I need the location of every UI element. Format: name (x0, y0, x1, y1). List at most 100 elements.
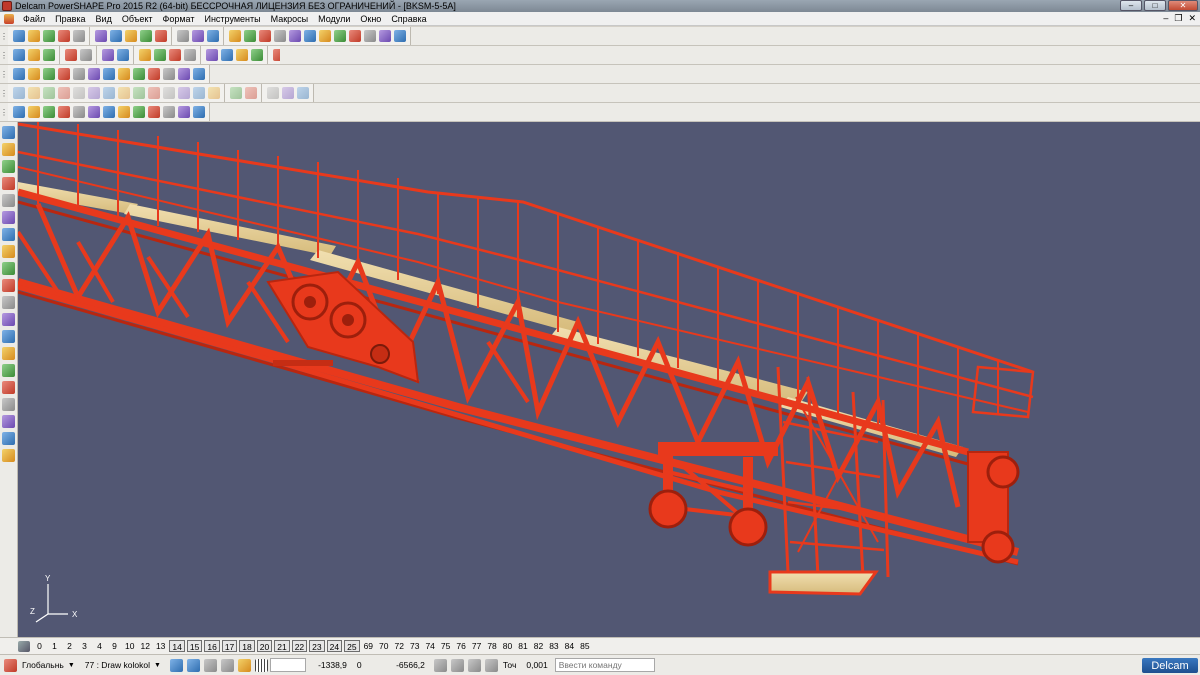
menu-item[interactable]: Формат (158, 12, 200, 26)
dim-icon[interactable] (2, 296, 15, 309)
keypad-icon[interactable] (450, 658, 464, 672)
select-icon[interactable] (228, 30, 241, 42)
input-mode-field[interactable] (269, 658, 306, 672)
pan-icon[interactable] (168, 49, 181, 61)
menu-item[interactable]: Инструменты (199, 12, 265, 26)
x-coordinate[interactable]: -1338,9 (310, 658, 350, 672)
doc-restore-button[interactable]: ❐ (1174, 13, 1182, 24)
erase-icon[interactable] (154, 30, 167, 42)
solid-tool-icon[interactable] (2, 194, 15, 207)
bolt-icon[interactable] (102, 106, 115, 118)
minimize-button[interactable]: – (1120, 0, 1142, 11)
y-coordinate[interactable]: 0 (354, 658, 384, 672)
history-tool-icon[interactable] (2, 245, 15, 258)
beam-icon[interactable] (147, 106, 160, 118)
surface-tool-icon[interactable] (2, 279, 15, 292)
view-front-icon[interactable] (12, 49, 25, 61)
zoom-out-icon[interactable] (116, 49, 129, 61)
clip-icon[interactable] (296, 87, 309, 99)
pipe-icon[interactable] (132, 106, 145, 118)
zoom-in-icon[interactable] (101, 49, 114, 61)
open-file-icon[interactable] (27, 30, 40, 42)
level-button[interactable]: 25 (344, 640, 360, 652)
axis-icon[interactable] (27, 68, 40, 80)
fillet-icon[interactable] (192, 68, 205, 80)
draft-icon[interactable] (57, 87, 70, 99)
select-tool-icon[interactable] (2, 143, 15, 156)
move-icon[interactable] (244, 87, 257, 99)
boolean-icon[interactable] (102, 87, 115, 99)
feature-icon[interactable] (12, 87, 25, 99)
blend-icon[interactable] (117, 87, 130, 99)
level-button[interactable]: 24 (326, 640, 343, 652)
toolbar-grip-icon[interactable]: ⋮ (0, 47, 8, 63)
menu-item[interactable]: Правка (50, 12, 90, 26)
nut-icon[interactable] (117, 106, 130, 118)
toolbar-grip-icon[interactable]: ⋮ (0, 104, 8, 120)
doc-minimize-button[interactable]: – (1163, 13, 1168, 24)
arrow-icon[interactable] (243, 30, 256, 42)
level-button[interactable]: 81 (516, 640, 529, 652)
cut-icon[interactable] (94, 30, 107, 42)
sphere-icon[interactable] (87, 68, 100, 80)
link-icon[interactable] (177, 106, 190, 118)
mirror-icon[interactable] (207, 87, 220, 99)
level-button[interactable]: 85 (578, 640, 591, 652)
shade-icon[interactable] (363, 30, 376, 42)
level-button[interactable]: 4 (93, 640, 106, 652)
tube-icon[interactable] (147, 68, 160, 80)
line-icon[interactable] (273, 30, 286, 42)
levels-icon[interactable] (18, 640, 30, 652)
wire-tool-icon[interactable] (2, 160, 15, 173)
grid-icon[interactable] (42, 68, 55, 80)
level-button[interactable]: 12 (138, 640, 151, 652)
select-mode-icon[interactable] (169, 658, 183, 672)
new-file-icon[interactable] (12, 30, 25, 42)
tree-icon[interactable] (281, 87, 294, 99)
level-button[interactable]: 3 (78, 640, 91, 652)
level-button[interactable]: 18 (239, 640, 255, 652)
measure-icon[interactable] (393, 30, 406, 42)
light-icon[interactable] (250, 49, 263, 61)
document-icon[interactable] (4, 13, 14, 24)
settings-icon[interactable] (237, 658, 251, 672)
level-button[interactable]: 80 (501, 640, 514, 652)
level-button[interactable]: 10 (123, 640, 136, 652)
menu-item[interactable]: Вид (91, 12, 117, 26)
shell-icon[interactable] (42, 87, 55, 99)
z-coordinate[interactable]: -6566,2 (388, 658, 428, 672)
copy-icon[interactable] (109, 30, 122, 42)
assembly-icon[interactable] (42, 106, 55, 118)
menu-item[interactable]: Объект (117, 12, 158, 26)
split-icon[interactable] (87, 87, 100, 99)
menu-item[interactable]: Окно (355, 12, 386, 26)
cone-icon[interactable] (102, 68, 115, 80)
level-button[interactable]: 82 (532, 640, 545, 652)
assembly-tool-icon[interactable] (2, 347, 15, 360)
menu-item[interactable]: Файл (18, 12, 50, 26)
drawing-icon[interactable] (2, 330, 15, 343)
arc-icon[interactable] (303, 30, 316, 42)
plane-icon[interactable] (12, 68, 25, 80)
menu-item[interactable]: Макросы (266, 12, 314, 26)
level-button[interactable]: 20 (256, 640, 273, 652)
3d-viewport[interactable]: Y X Z (18, 122, 1200, 637)
trim-icon[interactable] (147, 87, 160, 99)
maximize-button[interactable]: □ (1144, 0, 1166, 11)
text-tool-icon[interactable] (2, 313, 15, 326)
command-input[interactable] (554, 658, 655, 672)
copy-tool-icon[interactable] (2, 211, 15, 224)
level-button[interactable]: 15 (186, 640, 203, 652)
tolerance-value[interactable]: 0,001 (523, 658, 550, 672)
layer-icon[interactable] (2, 177, 15, 190)
view-left-icon[interactable] (42, 49, 55, 61)
toolbar-grip-icon[interactable]: ⋮ (0, 66, 8, 82)
component-icon[interactable] (72, 106, 85, 118)
shape-icon[interactable] (162, 106, 175, 118)
render-tool-icon[interactable] (2, 364, 15, 377)
level-button[interactable]: 73 (408, 640, 421, 652)
import-icon[interactable] (42, 30, 55, 42)
level-button[interactable]: 1 (48, 640, 61, 652)
box-icon[interactable] (132, 68, 145, 80)
level-button[interactable]: 75 (439, 640, 452, 652)
